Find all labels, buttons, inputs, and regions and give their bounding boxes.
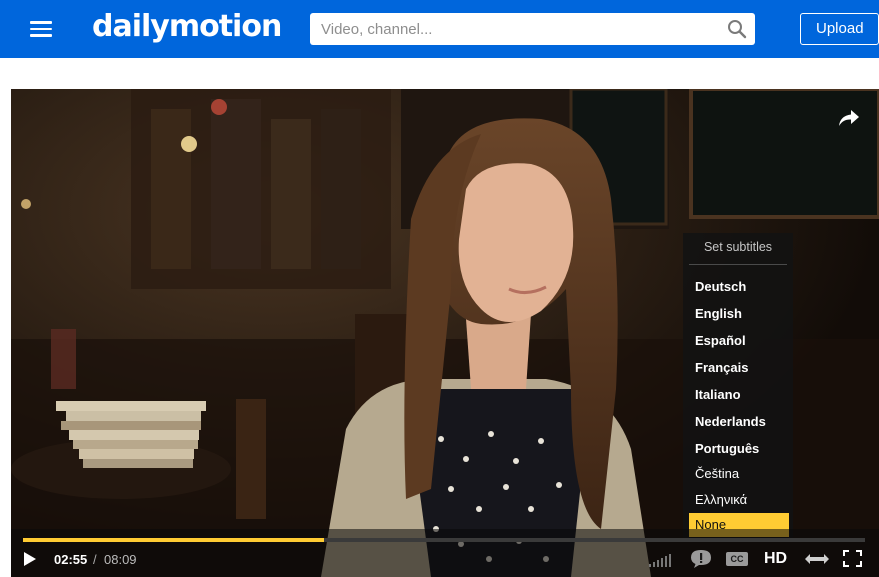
subtitles-menu: Set subtitles Deutsch English Español Fr… <box>683 233 793 540</box>
player-control-bar: 02:55 / 08:09 CC HD <box>11 529 879 577</box>
video-player[interactable]: Set subtitles Deutsch English Español Fr… <box>11 89 879 577</box>
subtitle-option-deutsch[interactable]: Deutsch <box>683 274 793 300</box>
upload-button[interactable]: Upload <box>800 13 879 45</box>
search-input[interactable] <box>310 13 720 45</box>
search-icon[interactable] <box>727 19 747 39</box>
subtitles-menu-title: Set subtitles <box>703 240 773 254</box>
menu-divider <box>689 264 787 265</box>
subtitle-option-nederlands[interactable]: Nederlands <box>683 409 793 435</box>
current-time: 02:55 <box>54 552 88 567</box>
total-duration: 08:09 <box>104 552 137 567</box>
progress-bar-fill <box>23 538 325 542</box>
subtitle-option-cestina[interactable]: Čeština <box>683 461 793 487</box>
time-separator: / <box>93 552 97 567</box>
subtitle-option-greek[interactable]: Ελληνικά <box>683 487 793 513</box>
speech-bubble-icon[interactable] <box>690 549 712 569</box>
play-icon[interactable] <box>22 551 38 567</box>
top-navigation-bar: dailymotion Upload <box>0 0 879 58</box>
hd-quality-button[interactable]: HD <box>764 550 787 568</box>
widescreen-arrows-icon[interactable] <box>805 553 829 565</box>
subtitle-option-english[interactable]: English <box>683 301 793 327</box>
subtitle-option-portugues[interactable]: Português <box>683 436 793 462</box>
search-box <box>310 13 755 45</box>
subtitle-option-espanol[interactable]: Español <box>683 328 793 354</box>
progress-bar[interactable] <box>23 538 865 542</box>
dailymotion-logo[interactable]: dailymotion <box>92 9 282 44</box>
hamburger-menu-icon[interactable] <box>28 17 54 41</box>
closed-captions-button[interactable]: CC <box>726 552 748 566</box>
subtitle-option-francais[interactable]: Français <box>683 355 793 381</box>
subtitle-option-italiano[interactable]: Italiano <box>683 382 793 408</box>
share-arrow-icon[interactable] <box>837 107 861 129</box>
fullscreen-icon[interactable] <box>843 550 862 567</box>
signal-bars-icon[interactable] <box>649 553 671 567</box>
